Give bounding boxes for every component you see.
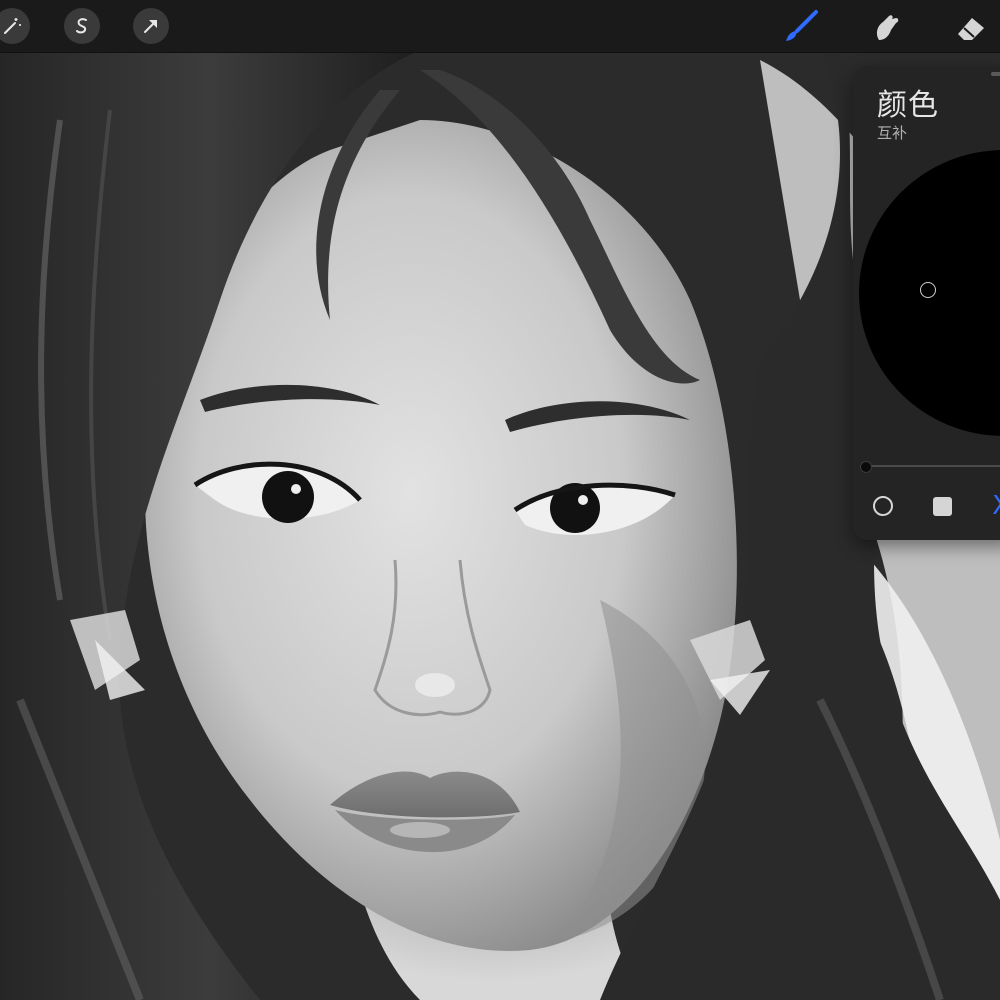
brightness-slider-track[interactable] — [865, 465, 1000, 467]
harmony-mode-button[interactable]: X — [987, 492, 1000, 520]
panel-title: 颜色 — [877, 88, 939, 123]
portrait-painting — [0, 50, 1000, 1000]
color-panel: 颜色 互补 X — [853, 66, 1000, 540]
color-picker-handle[interactable] — [920, 282, 936, 298]
eraser-icon[interactable] — [952, 8, 990, 46]
circle-icon — [873, 496, 893, 516]
harmony-x-icon: X — [992, 492, 1000, 520]
panel-grabber[interactable] — [991, 72, 1000, 76]
transform-arrow-icon[interactable] — [133, 8, 169, 44]
adjustments-magic-wand-icon[interactable] — [0, 8, 30, 44]
brush-icon[interactable] — [782, 8, 820, 46]
panel-subtitle[interactable]: 互补 — [877, 122, 907, 143]
selection-s-icon[interactable] — [64, 8, 100, 44]
classic-mode-button[interactable] — [928, 492, 956, 520]
disc-mode-button[interactable] — [869, 492, 897, 520]
square-icon — [932, 496, 952, 516]
top-toolbar — [0, 0, 1000, 53]
smudge-icon[interactable] — [867, 8, 905, 46]
drawing-canvas[interactable] — [0, 0, 1000, 1000]
brightness-slider-knob[interactable] — [860, 461, 872, 473]
